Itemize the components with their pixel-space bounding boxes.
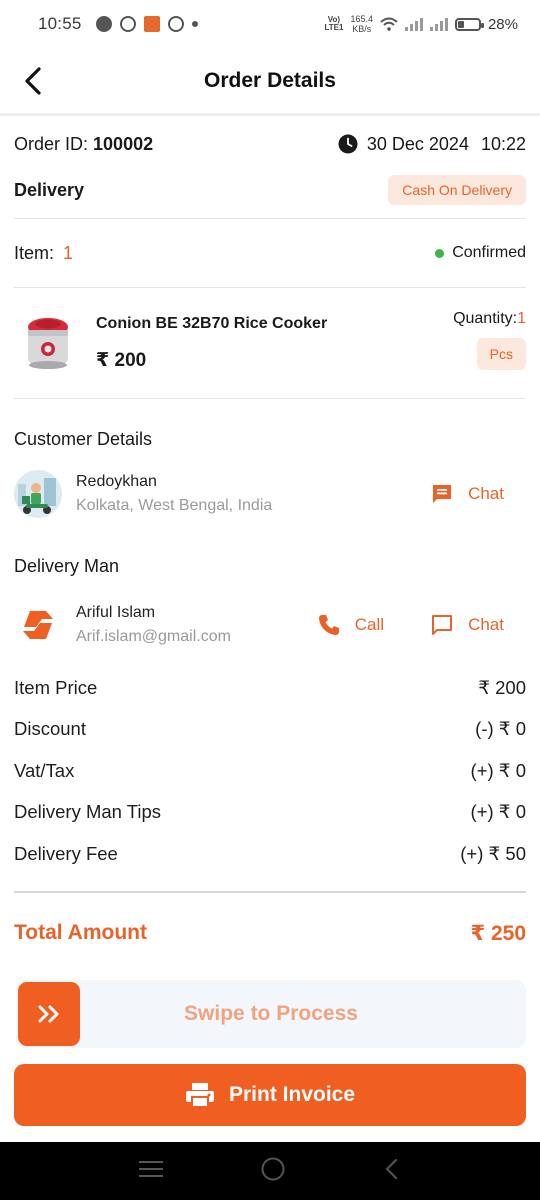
divider <box>14 890 526 893</box>
product-price: ₹ 200 <box>96 349 147 371</box>
order-details-content: Order ID: 100002 30 Dec 2024 10:22 Deliv… <box>14 118 526 946</box>
quantity-value: 1 <box>517 310 526 327</box>
customer-avatar <box>14 470 62 518</box>
customer-chat-button[interactable]: Chat <box>430 482 504 506</box>
swipe-label: Swipe to Process <box>184 1002 358 1025</box>
order-time: 10:22 <box>480 133 526 154</box>
delivery-man-section-title: Delivery Man <box>14 556 120 576</box>
print-invoice-button[interactable]: Print Invoice <box>14 1064 526 1126</box>
status-bar: 10:55 Vo) LTE1 165.4 KB/s 28% <box>0 0 540 48</box>
call-label: Call <box>354 615 385 634</box>
signal-icon-1 <box>404 17 423 31</box>
app-bar: Order Details <box>0 48 540 116</box>
system-navigation-bar <box>0 1142 540 1200</box>
summary-row-item-price: Item Price ₹ 200 <box>14 676 526 698</box>
wifi-icon <box>380 17 398 31</box>
facebook-icon <box>167 16 184 32</box>
swipe-to-process-slider[interactable]: Swipe to Process <box>16 980 526 1048</box>
delivery-man-chat-button[interactable]: Chat <box>430 613 504 637</box>
customer-chat-label: Chat <box>468 484 504 503</box>
home-button[interactable] <box>260 1156 286 1187</box>
status-dot-icon <box>435 248 445 258</box>
status-time: 10:55 <box>38 14 82 33</box>
sync-icon <box>119 16 136 32</box>
recent-apps-button[interactable] <box>138 1159 164 1184</box>
order-type: Delivery <box>14 179 85 200</box>
delivery-man-row: Ariful Islam Arif.islam@gmail.com Call C… <box>14 597 526 653</box>
delivery-man-name: Ariful Islam <box>76 604 156 621</box>
app-notification-icon <box>143 16 160 32</box>
rice-cooker-image <box>28 318 68 369</box>
chat-outline-icon <box>432 615 453 635</box>
double-chevron-right-icon <box>38 1005 59 1023</box>
messenger-icon <box>95 16 112 32</box>
customer-address: Kolkata, West Bengal, India <box>76 497 273 514</box>
network-speed: 165.4 KB/s <box>350 14 373 34</box>
notification-icons <box>95 16 198 32</box>
swipe-handle[interactable] <box>18 982 80 1046</box>
back-triangle-icon <box>385 1158 397 1179</box>
page-title: Order Details <box>204 68 336 92</box>
printer-icon <box>185 1083 214 1108</box>
order-id-value: 100002 <box>93 133 154 154</box>
summary-row-delivery-man-tips: Delivery Man Tips (+) ₹ 0 <box>14 801 526 823</box>
product-row: Conion BE 32B70 Rice Cooker ₹ 200 Quanti… <box>14 288 526 398</box>
back-button[interactable] <box>18 64 48 98</box>
total-label: Total Amount <box>14 920 147 944</box>
system-icons: Vo) LTE1 165.4 KB/s 28% <box>324 14 518 34</box>
order-type-row: Delivery Cash On Delivery <box>14 170 526 210</box>
customer-name: Redoykhan <box>76 473 157 490</box>
product-quantity: Quantity:1 Pcs <box>453 310 526 370</box>
battery-icon <box>454 17 484 31</box>
system-back-button[interactable] <box>382 1157 402 1186</box>
summary-row-vat-tax: Vat/Tax (+) ₹ 0 <box>14 759 526 781</box>
volte-indicator: Vo) LTE1 <box>324 15 344 32</box>
clock-icon <box>338 134 358 154</box>
item-status-row: Item: 1 Confirmed <box>14 219 526 287</box>
customer-row: Redoykhan Kolkata, West Bengal, India Ch… <box>14 466 526 522</box>
chat-filled-icon <box>433 485 452 503</box>
quantity-label: Quantity: <box>453 310 518 327</box>
print-invoice-label: Print Invoice <box>228 1083 356 1106</box>
back-arrow-icon <box>25 67 41 95</box>
menu-icon <box>139 1160 163 1177</box>
price-summary: Item Price ₹ 200 Discount (-) ₹ 0 Vat/Tax(… <box>14 667 526 875</box>
order-status: Confirmed <box>435 244 526 262</box>
total-value: ₹ 250 <box>470 921 526 945</box>
signal-icon-2 <box>429 17 448 31</box>
delivery-man-chat-label: Chat <box>468 615 504 634</box>
divider <box>14 398 526 399</box>
delivery-man-avatar <box>14 601 62 649</box>
order-date: 30 Dec 2024 <box>366 133 469 154</box>
unit-badge: Pcs <box>476 338 526 370</box>
customer-section-title: Customer Details <box>14 429 153 449</box>
order-id-label: Order ID: <box>14 133 89 154</box>
order-datetime: 30 Dec 2024 10:22 <box>338 134 526 155</box>
home-circle-icon <box>261 1157 285 1180</box>
item-count: 1 <box>63 242 74 263</box>
call-button[interactable]: Call <box>317 613 384 637</box>
more-notifications-icon <box>191 21 198 27</box>
delivery-man-email: Arif.islam@gmail.com <box>76 628 231 645</box>
battery-percent: 28% <box>487 15 518 33</box>
payment-method-badge: Cash On Delivery <box>388 175 526 205</box>
total-amount-row: Total Amount ₹ 250 <box>14 921 526 946</box>
delivery-scooter-icon <box>14 470 62 518</box>
brand-logo-icon <box>23 611 53 639</box>
item-label: Item: <box>14 242 55 263</box>
product-name: Conion BE 32B70 Rice Cooker <box>96 314 328 332</box>
phone-icon <box>318 615 339 635</box>
order-status-text: Confirmed <box>452 244 526 261</box>
order-id-row: Order ID: 100002 30 Dec 2024 10:22 <box>14 118 526 170</box>
summary-row-delivery-fee: Delivery Fee (+) ₹ 50 <box>14 842 526 864</box>
summary-row-discount: Discount (-) ₹ 0 <box>14 718 526 740</box>
